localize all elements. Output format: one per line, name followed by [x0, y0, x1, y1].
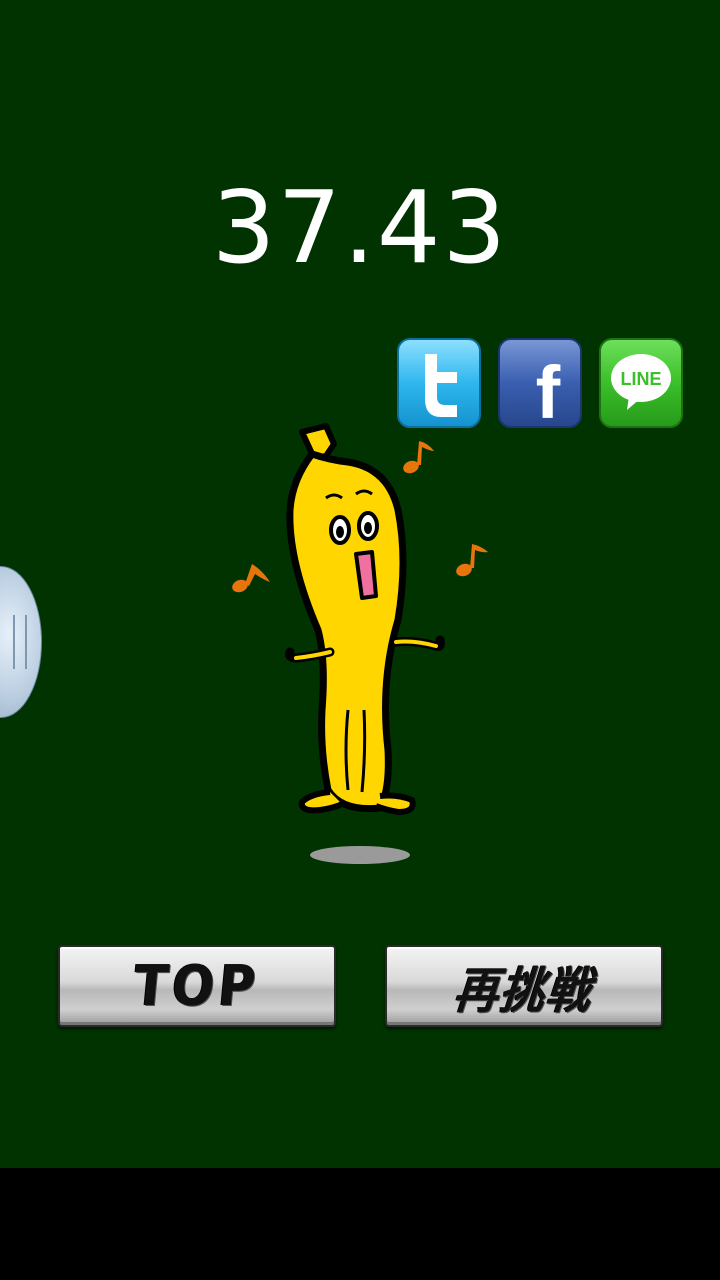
facebook-share-button[interactable]: f — [498, 338, 582, 428]
side-drawer-handle[interactable] — [0, 566, 42, 718]
character-shadow — [310, 846, 410, 864]
score-display: 37.43 — [211, 169, 509, 286]
twitter-icon — [397, 338, 481, 428]
game-screen: 37.43 f LINE TOP 再挑戦 — [0, 0, 720, 1168]
top-button-label: TOP — [131, 953, 263, 1019]
line-icon: LINE — [599, 338, 683, 428]
music-note-icon — [456, 544, 488, 577]
grip-icon — [13, 615, 27, 669]
line-share-button[interactable]: LINE — [599, 338, 683, 428]
retry-button-label: 再挑戦 — [451, 962, 596, 1020]
dancing-banana-icon — [285, 423, 445, 815]
facebook-letter: f — [536, 351, 561, 428]
top-button[interactable]: TOP — [58, 945, 336, 1027]
facebook-icon: f — [498, 338, 582, 428]
line-label: LINE — [620, 369, 661, 389]
retry-button[interactable]: 再挑戦 — [385, 945, 663, 1027]
twitter-share-button[interactable] — [397, 338, 481, 428]
system-navigation-bar — [0, 1168, 720, 1280]
